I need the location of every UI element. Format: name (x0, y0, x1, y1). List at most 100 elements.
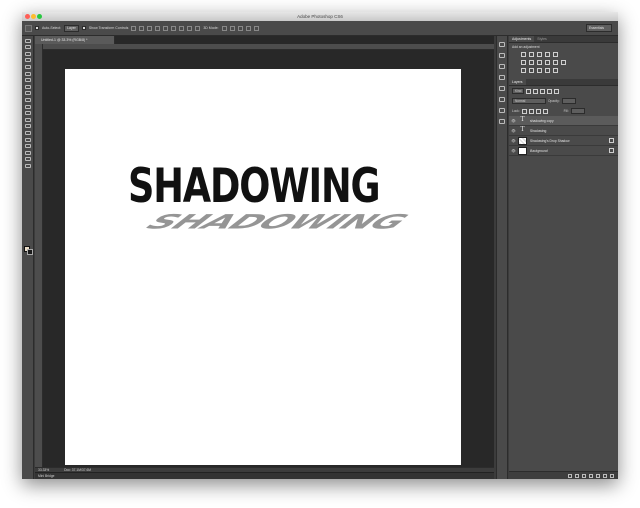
brightness-icon[interactable] (521, 52, 526, 57)
rotate-3d-icon[interactable] (221, 25, 227, 31)
photo-filter-icon[interactable] (545, 60, 550, 65)
invert-icon[interactable] (521, 68, 526, 73)
black-white-icon[interactable] (537, 60, 542, 65)
zoom-window-button[interactable] (37, 14, 42, 19)
layer-name[interactable]: Background (530, 149, 609, 153)
layer-row[interactable]: 👁 T Shadowing (509, 126, 618, 136)
exposure-icon[interactable] (545, 52, 550, 57)
vibrance-icon[interactable] (553, 52, 558, 57)
channel-mixer-icon[interactable] (553, 60, 558, 65)
background-color-swatch[interactable] (27, 249, 33, 255)
dodge-tool-icon[interactable] (24, 124, 31, 129)
gradient-map-icon[interactable] (545, 68, 550, 73)
new-group-icon[interactable] (596, 473, 600, 478)
type-tool-icon[interactable] (24, 137, 31, 142)
lasso-tool-icon[interactable] (24, 51, 31, 56)
selective-color-icon[interactable] (553, 68, 558, 73)
crop-tool-icon[interactable] (24, 64, 31, 69)
horizontal-ruler[interactable] (43, 44, 494, 50)
color-lookup-icon[interactable] (561, 60, 566, 65)
align-vcenter-icon[interactable] (139, 25, 145, 31)
workspace-switcher[interactable]: Essentials (586, 24, 612, 32)
marquee-tool-icon[interactable] (24, 45, 31, 50)
roll-3d-icon[interactable] (229, 25, 235, 31)
align-bottom-icon[interactable] (147, 25, 153, 31)
mini-bridge-bar[interactable]: Mini Bridge (35, 472, 494, 479)
opacity-field[interactable] (561, 98, 576, 104)
filter-adjustment-icon[interactable] (533, 88, 539, 94)
blend-mode-dropdown[interactable]: Normal (512, 98, 546, 104)
vertical-ruler[interactable] (35, 44, 43, 467)
history-icon[interactable] (499, 42, 505, 47)
brush-presets-icon[interactable] (499, 64, 505, 69)
posterize-icon[interactable] (529, 68, 534, 73)
paragraph-icon[interactable] (499, 97, 505, 102)
filter-type-icon[interactable] (540, 88, 546, 94)
new-layer-icon[interactable] (603, 473, 607, 478)
filter-smart-object-icon[interactable] (554, 88, 560, 94)
filter-shape-icon[interactable] (547, 88, 553, 94)
link-layers-icon[interactable] (568, 473, 572, 478)
clone-stamp-tool-icon[interactable] (24, 91, 31, 96)
layer-effects-icon[interactable] (609, 138, 614, 143)
visibility-eye-icon[interactable]: 👁 (511, 129, 516, 133)
properties-icon[interactable] (499, 108, 505, 113)
filter-pixel-icon[interactable] (526, 88, 532, 94)
visibility-eye-icon[interactable]: 👁 (511, 139, 516, 143)
trash-icon[interactable] (610, 473, 614, 478)
visibility-eye-icon[interactable]: 👁 (511, 119, 516, 123)
eraser-tool-icon[interactable] (24, 104, 31, 109)
kind-filter-dropdown[interactable]: Kind (512, 88, 525, 94)
layer-name[interactable]: shadowing copy (530, 119, 618, 123)
align-right-icon[interactable] (171, 25, 177, 31)
lock-image-icon[interactable] (528, 108, 534, 114)
threshold-icon[interactable] (537, 68, 542, 73)
lock-all-icon[interactable] (542, 108, 548, 114)
character-icon[interactable] (499, 86, 505, 91)
move-tool-icon[interactable] (25, 24, 32, 32)
layer-row[interactable]: 👁 Background (509, 146, 618, 156)
levels-icon[interactable] (529, 52, 534, 57)
minimize-window-button[interactable] (31, 14, 36, 19)
pen-tool-icon[interactable] (24, 130, 31, 135)
align-top-icon[interactable] (131, 25, 137, 31)
canvas[interactable]: SHADOWING SHADOWING (65, 69, 461, 465)
add-style-icon[interactable] (575, 473, 579, 478)
brush-tool-icon[interactable] (24, 84, 31, 89)
add-mask-icon[interactable] (582, 473, 586, 478)
drag-3d-icon[interactable] (237, 25, 243, 31)
tab-adjustments[interactable]: Adjustments (509, 36, 535, 42)
fill-field[interactable] (570, 108, 585, 114)
history-brush-tool-icon[interactable] (24, 97, 31, 102)
slide-3d-icon[interactable] (245, 25, 251, 31)
move-tool-icon[interactable] (24, 38, 31, 43)
shape-tool-icon[interactable] (24, 150, 31, 155)
layer-name[interactable]: Shadowing's Drop Shadow (530, 139, 609, 143)
auto-select-dropdown[interactable]: Layer (64, 24, 79, 32)
clone-source-icon[interactable] (499, 75, 505, 80)
actions-icon[interactable] (499, 53, 505, 58)
layer-name[interactable]: Shadowing (530, 129, 618, 133)
distribute-icon[interactable] (187, 25, 193, 31)
lock-position-icon[interactable] (535, 108, 541, 114)
path-select-tool-icon[interactable] (24, 144, 31, 149)
layer-row[interactable]: 👁 Shadowing's Drop Shadow (509, 136, 618, 146)
color-balance-icon[interactable] (529, 60, 534, 65)
align-left-icon[interactable] (155, 25, 161, 31)
zoom-tool-icon[interactable] (24, 163, 31, 168)
distribute-icon[interactable] (195, 25, 201, 31)
layer-row[interactable]: 👁 T shadowing copy (509, 116, 618, 126)
tab-layers[interactable]: Layers (509, 79, 526, 85)
distribute-icon[interactable] (179, 25, 185, 31)
gradient-tool-icon[interactable] (24, 111, 31, 116)
blur-tool-icon[interactable] (24, 117, 31, 122)
tab-styles[interactable]: Styles (534, 36, 550, 42)
spot-healing-tool-icon[interactable] (24, 78, 31, 83)
hand-tool-icon[interactable] (24, 157, 31, 162)
new-adjustment-icon[interactable] (589, 473, 593, 478)
auto-select-checkbox[interactable] (35, 26, 39, 30)
quick-select-tool-icon[interactable] (24, 58, 31, 63)
align-hcenter-icon[interactable] (163, 25, 169, 31)
lock-pixels-icon[interactable] (521, 108, 527, 114)
eyedropper-tool-icon[interactable] (24, 71, 31, 76)
